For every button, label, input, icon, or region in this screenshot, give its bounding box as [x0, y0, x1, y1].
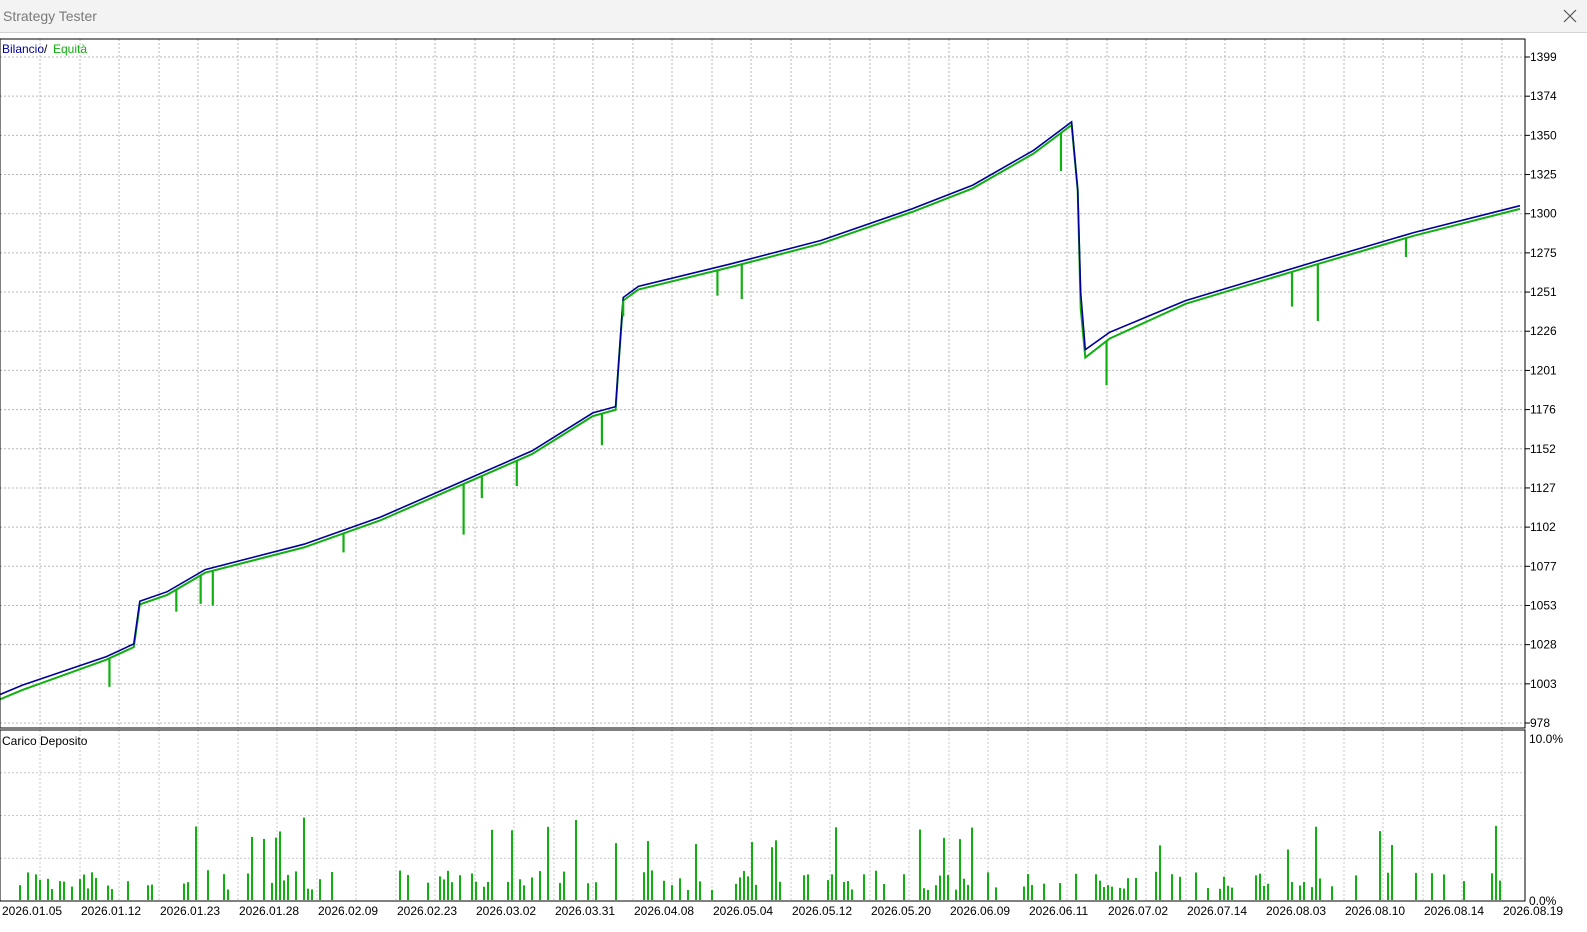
- legend-equity: Equità: [53, 42, 87, 56]
- x-tick-label: 2026.08.10: [1345, 904, 1405, 918]
- x-tick-label: 2026.03.02: [476, 904, 536, 918]
- equity-line: [0, 123, 1521, 701]
- x-tick-label: 2026.01.28: [239, 904, 299, 918]
- main-plot-frame: [0, 38, 1526, 729]
- x-tick-label: 2026.05.12: [792, 904, 852, 918]
- x-tick-label: 2026.05.04: [713, 904, 773, 918]
- window-titlebar: Strategy Tester: [0, 0, 1587, 33]
- deposit-load-bars: [19, 817, 1501, 900]
- x-tick-label: 2026.02.09: [318, 904, 378, 918]
- window-title: Strategy Tester: [3, 8, 97, 24]
- x-tick-label: 2026.08.14: [1424, 904, 1484, 918]
- y-tick-label: 1102: [1530, 520, 1556, 534]
- x-tick-label: 2026.02.23: [397, 904, 457, 918]
- y-tick-label: 1176: [1530, 403, 1556, 417]
- main-grid: [0, 39, 1525, 728]
- balance-line: [0, 120, 1521, 696]
- y-tick-label: 1053: [1530, 598, 1557, 612]
- y-tick-label: 1399: [1530, 50, 1557, 64]
- legend-separator: /: [44, 42, 48, 56]
- x-axis: 2026.01.05 2026.01.12 2026.01.23 2026.01.28…: [2, 904, 1563, 918]
- x-tick-label: 2026.07.14: [1187, 904, 1247, 918]
- y-tick-label: 1201: [1530, 363, 1557, 377]
- y-tick-label: 1374: [1530, 89, 1557, 103]
- y-tick-label: 1300: [1530, 207, 1557, 221]
- x-tick-label: 2026.01.23: [160, 904, 220, 918]
- y-tick-label: 1028: [1530, 638, 1557, 652]
- x-tick-label: 2026.03.31: [555, 904, 615, 918]
- y-tick-label: 1325: [1530, 168, 1557, 182]
- y-tick-label: 1275: [1530, 246, 1557, 260]
- x-tick-label: 2026.01.12: [81, 904, 141, 918]
- y-tick-label: 1251: [1530, 285, 1557, 299]
- y-tick-label: 1127: [1530, 481, 1556, 495]
- strategy-tester-chart[interactable]: 1399 1374 1350 1325 1300 1275 1251 1226 1201 1176…: [0, 33, 1587, 932]
- x-tick-label: 2026.06.09: [950, 904, 1010, 918]
- y-axis: 1399 1374 1350 1325 1300 1275 1251 1226 1201 1176…: [1525, 50, 1557, 730]
- y-tick-label: 1350: [1530, 128, 1557, 142]
- subchart-title: Carico Deposito: [2, 734, 88, 748]
- subchart-min-label: 0.0%: [1529, 894, 1557, 908]
- close-icon: [1563, 9, 1577, 23]
- close-button[interactable]: [1553, 0, 1587, 32]
- legend-balance: Bilancio: [2, 42, 44, 56]
- y-tick-label: 1152: [1530, 442, 1556, 456]
- subchart-max-label: 10.0%: [1529, 732, 1563, 746]
- y-tick-label: 978: [1530, 716, 1550, 730]
- x-tick-label: 2026.05.20: [871, 904, 931, 918]
- x-tick-label: 2026.04.08: [634, 904, 694, 918]
- x-tick-label: 2026.08.03: [1266, 904, 1326, 918]
- y-tick-label: 1003: [1530, 677, 1557, 691]
- x-tick-label: 2026.01.05: [2, 904, 62, 918]
- subchart-grid: [0, 730, 1525, 901]
- y-tick-label: 1077: [1530, 559, 1557, 573]
- x-tick-label: 2026.06.11: [1029, 904, 1088, 918]
- y-tick-label: 1226: [1530, 324, 1557, 338]
- x-tick-label: 2026.07.02: [1108, 904, 1168, 918]
